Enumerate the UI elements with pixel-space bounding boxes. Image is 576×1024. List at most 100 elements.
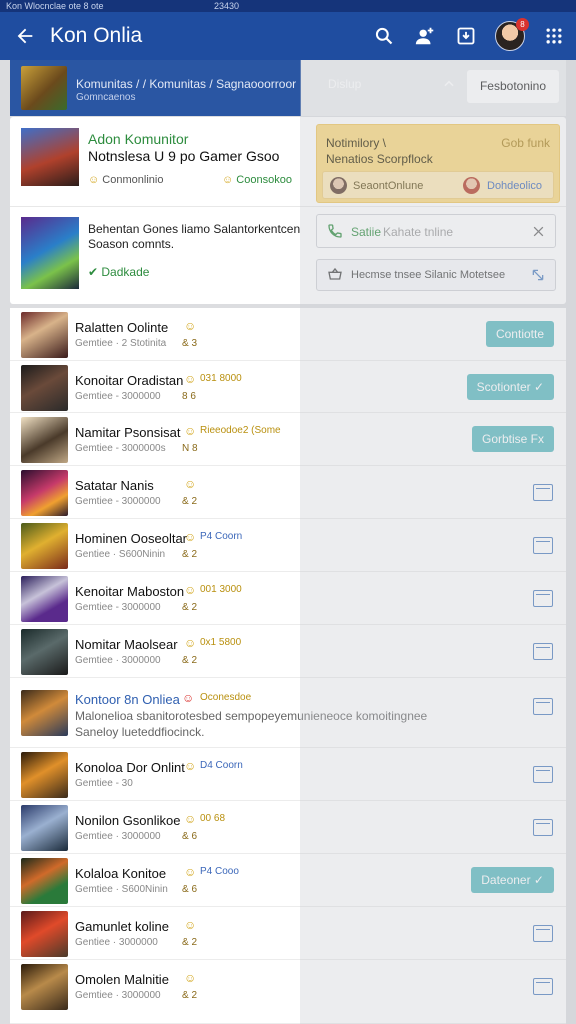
smile-icon: ☺ — [184, 971, 197, 985]
item-title: Kontoor 8n Onliea — [75, 692, 180, 707]
item-select-icon[interactable] — [533, 766, 553, 783]
item-badge: 0x1 5800 — [200, 637, 242, 648]
item-badge: D4 Coorn — [200, 760, 243, 771]
item-title: Namitar Psonsisat — [75, 425, 181, 440]
expand-icon[interactable] — [531, 268, 545, 282]
item-meta: Gemtiee · 2 Stotinita — [75, 338, 167, 349]
game-thumbnail — [21, 523, 68, 569]
game-thumbnail — [21, 752, 68, 798]
smile-icon: ☺ — [184, 636, 197, 650]
item-badge: Rieeodoe2 (Some — [200, 425, 281, 436]
info-field[interactable]: Hecmse tnsee Silanic Motetsee — [316, 259, 556, 291]
divider — [10, 206, 566, 207]
item-select-icon[interactable] — [533, 484, 553, 501]
back-button[interactable] — [0, 12, 50, 60]
game-thumbnail — [21, 217, 79, 289]
list-item[interactable]: Kontoor 8n Onliea ☺ Oconesdoe Malonelioa sb… — [10, 678, 566, 748]
item-meta: Gentiee · S600Ninin — [75, 549, 166, 560]
item-badge: 00 68 — [200, 813, 226, 824]
breadcrumb[interactable]: Komunitas / / Komunitas / Sagnaooorroor — [76, 77, 296, 91]
item-meta: Gemtiee - 3000000s — [75, 443, 166, 454]
item-stat: & 2 — [182, 655, 198, 666]
smile-icon: ☺ — [184, 759, 197, 773]
item-title: Kolaloa Konitoe — [75, 866, 167, 881]
item-title: Konoloa Dor Onlint — [75, 760, 185, 775]
game-thumbnail — [21, 858, 68, 904]
item-select-icon[interactable] — [533, 925, 553, 942]
item-select-icon[interactable] — [533, 698, 553, 715]
card-description-2: Soason comnts. — [88, 237, 175, 251]
add-friend-button[interactable] — [413, 24, 437, 48]
item-action-button[interactable]: Gorbtise Fx — [471, 426, 554, 452]
list-item[interactable]: Satatar Nanis ☺ Gemtiee - 3000000 & 2 — [10, 466, 566, 519]
item-meta: Gemtiee - 3000000 — [75, 602, 161, 613]
item-stat: 8 6 — [182, 391, 196, 402]
app-bar: Kon Onlia 8 — [0, 12, 576, 60]
item-select-icon[interactable] — [533, 590, 553, 607]
item-title: Omolen Malnitie — [75, 972, 169, 987]
item-select-icon[interactable] — [533, 978, 553, 995]
list-item[interactable]: Nonilon Gsonlikoe ☺ 00 68 Gemtiee · 3000000… — [10, 801, 566, 854]
list-item[interactable]: Konoloa Dor Onlint ☺ D4 Coorn Gemtiee - 30 — [10, 748, 566, 801]
display-toggle-label[interactable]: Dislup — [328, 77, 361, 91]
item-select-icon[interactable] — [533, 819, 553, 836]
status-field[interactable]: Satiie Kahate tnline — [316, 214, 556, 248]
list-item[interactable]: Omolen Malnitie ☺ Gemtiee · 3000000 & 2 — [10, 960, 566, 1024]
notification-badge: 8 — [516, 18, 529, 31]
smile-icon: ☺ — [184, 372, 197, 386]
status-field-label: Satiie — [351, 225, 382, 239]
status-left: Kon Wlocnclae ote 8 ote — [6, 1, 104, 11]
item-meta: Gentiee · 3000000 — [75, 937, 158, 948]
avatar — [330, 177, 347, 194]
list-item[interactable]: Gamunlet koline ☺ Gentiee · 3000000 & 2 — [10, 907, 566, 960]
check-circle-icon: ✔ — [88, 265, 102, 279]
download-button[interactable] — [454, 24, 478, 48]
smile-icon: ☺ — [184, 477, 197, 491]
item-action-button[interactable]: Dateoner ✓ — [471, 867, 554, 893]
list-item[interactable]: Hominen Ooseoltar ☺ P4 Coorn Gentiee · S600… — [10, 519, 566, 572]
info-field-label: Hecmse tnsee Silanic Motetsee — [351, 269, 506, 281]
item-action-button[interactable]: Scotionter ✓ — [466, 374, 554, 400]
list-item[interactable]: Kolaloa Konitoe ☺ P4 Cooo Gemtiee · S600Nin… — [10, 854, 566, 907]
close-icon[interactable] — [532, 225, 545, 238]
breadcrumb-bar: Komunitas / / Komunitas / Sagnaooorroor … — [10, 60, 566, 116]
item-action-button[interactable]: Contiotte — [485, 321, 554, 347]
arrow-left-icon — [17, 28, 33, 44]
header-action-button[interactable]: Fesbotonino — [467, 70, 559, 103]
download-box-icon — [457, 27, 475, 45]
avatar[interactable]: 8 — [495, 18, 529, 51]
phone-icon — [328, 224, 342, 238]
member-a: SeaontOnlune — [353, 180, 424, 192]
item-title: Nonilon Gsonlikoe — [75, 813, 181, 828]
smile-icon: ☺ — [88, 174, 103, 186]
item-stat: & 2 — [182, 937, 198, 948]
apps-button[interactable] — [542, 24, 566, 48]
page-title: Kon Onlia — [50, 24, 143, 47]
card-ok-status: ✔ Dadkade — [88, 265, 150, 279]
item-select-icon[interactable] — [533, 537, 553, 554]
list-item[interactable]: Namitar Psonsisat ☺ Rieeodoe2 (Some Gemtiee… — [10, 413, 566, 466]
item-badge: 001 3000 — [200, 584, 242, 595]
item-title: Satatar Nanis — [75, 478, 154, 493]
item-badge: P4 Cooo — [200, 866, 239, 877]
item-stat: & 2 — [182, 990, 198, 1001]
game-thumbnail — [21, 470, 68, 516]
list-item[interactable]: Kenoitar Maboston ☺ 001 3000 Gemtiee - 3000… — [10, 572, 566, 625]
chevron-up-icon[interactable] — [442, 77, 456, 91]
smile-icon: ☺ — [184, 583, 197, 597]
item-select-icon[interactable] — [533, 643, 553, 660]
notice-box[interactable]: Notimilory \ Nenatios Scorpflock Gob fun… — [316, 124, 560, 203]
person-add-icon — [415, 27, 434, 45]
notice-link[interactable]: Gob funk — [501, 136, 550, 150]
item-stat: N 8 — [182, 443, 198, 454]
list-item[interactable]: Nomitar Maolsear ☺ 0x1 5800 Gemtiee · 30000… — [10, 625, 566, 678]
list-item[interactable]: Konoitar Oradistan ☺ 031 8000 Gemtiee - 300… — [10, 361, 566, 413]
list-item[interactable]: Ralatten Oolinte ☺ Gemtiee · 2 Stotinita & … — [10, 308, 566, 361]
card-status-left: ☺ Conmonlinio — [88, 174, 164, 186]
member-b[interactable]: Dohdeolico — [487, 180, 542, 192]
community-card: Adon Komunitor Notnslesa U 9 po Gamer Gs… — [10, 117, 566, 304]
status-center: 23430 — [214, 1, 240, 11]
item-meta: Gemtiee · 3000000 — [75, 831, 161, 842]
search-button[interactable] — [372, 24, 396, 48]
game-thumbnail — [21, 312, 68, 358]
